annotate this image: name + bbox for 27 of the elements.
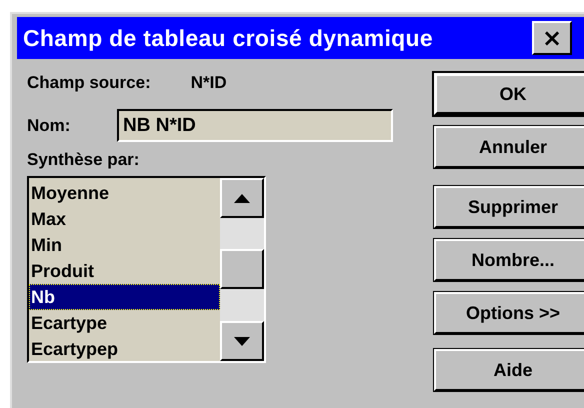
dialog-button[interactable]: Aide xyxy=(434,349,584,391)
window-title: Champ de tableau croisé dynamique xyxy=(23,24,434,52)
dialog-button[interactable]: Supprimer xyxy=(434,186,584,228)
summary-listbox[interactable]: Moyenne Max Min Produit Nb Ecartype Ecartypep xyxy=(27,176,266,363)
list-item[interactable]: Ecartypep xyxy=(29,336,220,362)
name-field[interactable]: NB N*ID xyxy=(117,109,393,142)
dialog-button[interactable]: OK xyxy=(434,73,584,115)
down-arrow-icon xyxy=(234,336,250,346)
dialog-button[interactable]: Annuler xyxy=(434,126,584,168)
up-arrow-icon xyxy=(234,194,250,202)
source-label: Champ source: xyxy=(27,73,151,93)
list-item[interactable]: Max xyxy=(29,206,220,232)
scroll-up-button[interactable] xyxy=(220,178,264,218)
list-item[interactable]: Ecartype xyxy=(29,310,220,336)
scroll-thumb[interactable] xyxy=(220,249,264,289)
close-button[interactable]: × xyxy=(532,21,572,55)
list-item[interactable]: Moyenne xyxy=(29,180,220,206)
name-label: Nom: xyxy=(27,116,72,136)
dialog-button[interactable]: Options >> xyxy=(434,292,584,334)
dialog-button[interactable]: Nombre... xyxy=(434,239,584,281)
list-item[interactable]: Min xyxy=(29,232,220,258)
scroll-down-button[interactable] xyxy=(220,321,264,361)
list-item[interactable]: Produit xyxy=(29,258,220,284)
source-value: N*ID xyxy=(190,73,227,93)
summary-label: Synthèse par: xyxy=(27,150,140,170)
list-item[interactable]: Nb xyxy=(29,284,220,310)
scrollbar[interactable] xyxy=(220,178,264,361)
